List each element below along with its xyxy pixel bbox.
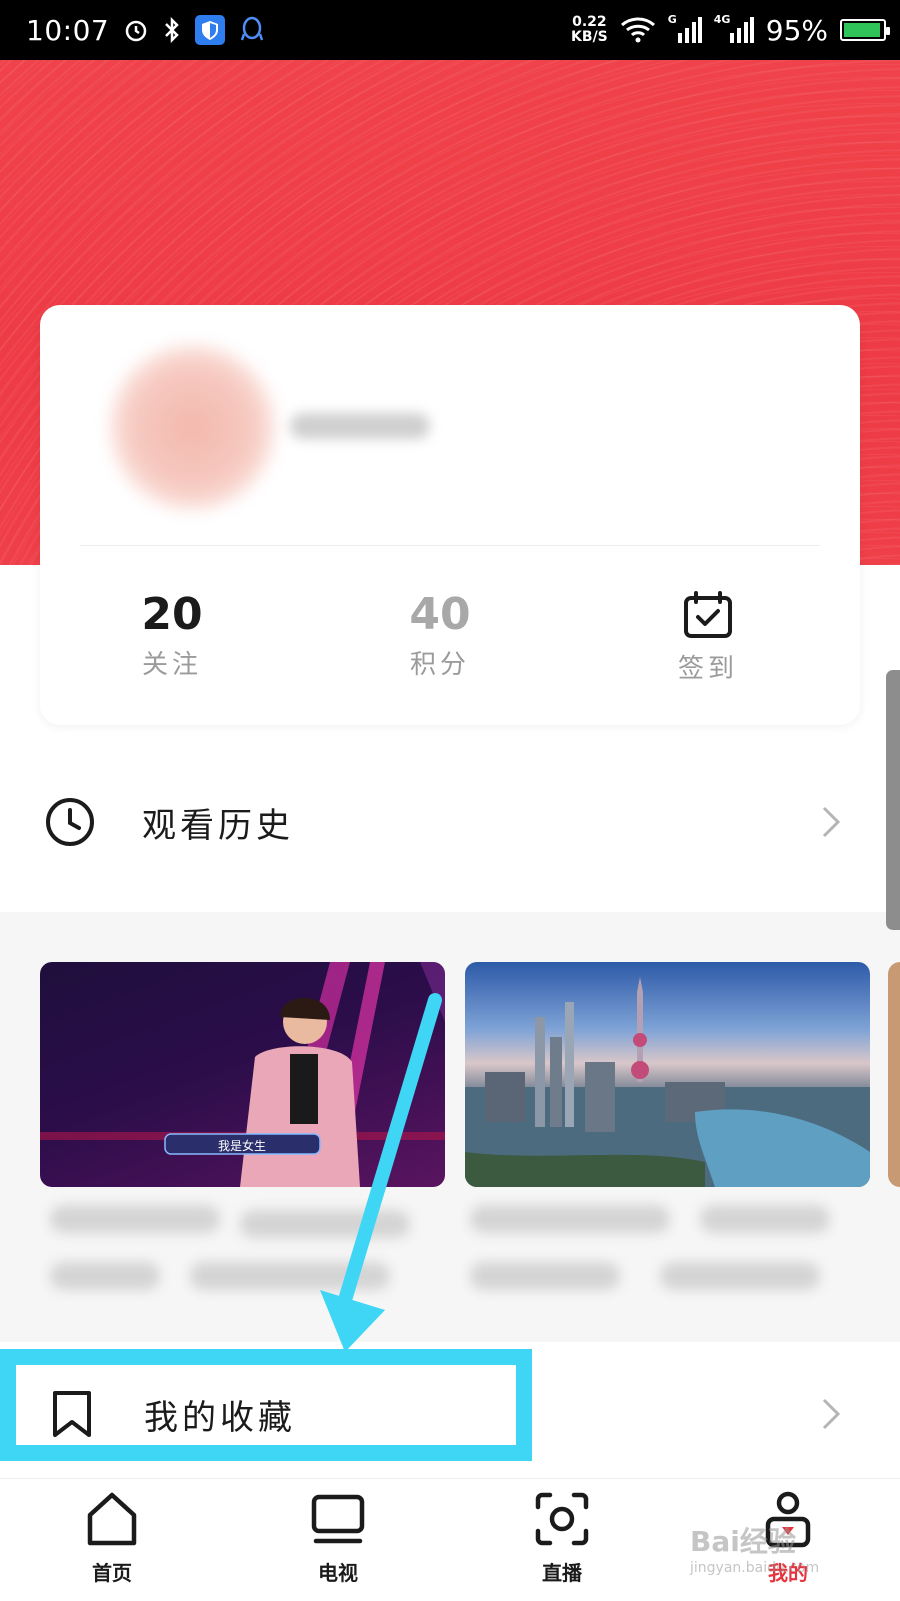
checkin-label: 签到 bbox=[677, 654, 738, 684]
nav-live-label: 直播 bbox=[542, 1561, 582, 1585]
watermark-text: Bai经验 bbox=[690, 1525, 796, 1558]
nav-tv[interactable]: 电视 bbox=[268, 1479, 408, 1601]
history-thumbnail-partial[interactable] bbox=[888, 962, 900, 1187]
blurred-subtitle bbox=[190, 1262, 390, 1290]
blurred-title bbox=[240, 1210, 410, 1238]
blurred-subtitle bbox=[50, 1262, 160, 1290]
battery-percent: 95% bbox=[765, 13, 828, 47]
nav-live[interactable]: 直播 bbox=[492, 1479, 632, 1601]
clock-icon bbox=[46, 798, 94, 846]
blurred-title bbox=[700, 1205, 830, 1233]
card-divider bbox=[80, 545, 820, 546]
nav-tv-label: 电视 bbox=[318, 1561, 358, 1585]
signal-1: G bbox=[667, 13, 702, 45]
qq-icon bbox=[241, 16, 264, 41]
signal-2: 4G bbox=[713, 13, 754, 45]
network-speed: 0.22 KB/S bbox=[571, 15, 608, 45]
live-icon bbox=[535, 1492, 589, 1546]
stat-points[interactable]: 40 积分 bbox=[340, 590, 540, 681]
bluetooth-icon bbox=[165, 17, 179, 43]
blurred-title bbox=[50, 1205, 220, 1233]
history-thumbnail[interactable] bbox=[465, 962, 870, 1187]
profile-card: 20 关注 40 积分 签到 bbox=[40, 305, 860, 725]
stat-following[interactable]: 20 关注 bbox=[72, 590, 272, 681]
blurred-subtitle bbox=[660, 1262, 820, 1290]
chevron-right-icon bbox=[822, 806, 841, 838]
bookmark-icon bbox=[53, 1391, 91, 1437]
city-skyline-scene bbox=[465, 977, 870, 1187]
signal-1-label: G bbox=[667, 13, 677, 26]
history-thumbnail[interactable]: 我是女生 bbox=[40, 962, 445, 1187]
stat-checkin[interactable]: 签到 bbox=[608, 590, 808, 685]
calendar-check-icon bbox=[684, 591, 732, 638]
username-blurred[interactable] bbox=[290, 413, 430, 439]
battery-icon bbox=[840, 19, 890, 41]
battery-fill bbox=[844, 23, 880, 37]
watermark-sub: jingyan.baidu.com bbox=[690, 1560, 820, 1576]
favorites-row[interactable]: 我的收藏 bbox=[0, 1358, 900, 1470]
blurred-subtitle bbox=[470, 1262, 620, 1290]
blurred-title bbox=[470, 1205, 670, 1233]
following-count: 20 bbox=[141, 589, 203, 640]
favorites-label: 我的收藏 bbox=[144, 1397, 296, 1438]
points-count: 40 bbox=[409, 589, 471, 640]
points-label: 积分 bbox=[409, 650, 470, 680]
following-label: 关注 bbox=[141, 650, 202, 680]
wifi-icon bbox=[620, 17, 655, 43]
tv-icon bbox=[311, 1494, 365, 1544]
scrollbar[interactable] bbox=[886, 670, 900, 930]
network-speed-unit: KB/S bbox=[571, 29, 608, 45]
history-row[interactable]: 观看历史 bbox=[0, 767, 900, 877]
home-icon bbox=[87, 1492, 137, 1546]
nav-home-label: 首页 bbox=[92, 1561, 132, 1585]
chevron-right-icon bbox=[822, 1398, 841, 1430]
watermark: Bai经验 jingyan.baidu.com bbox=[690, 1520, 860, 1580]
network-speed-value: 0.22 bbox=[572, 14, 607, 30]
nav-home[interactable]: 首页 bbox=[42, 1479, 182, 1601]
alarm-icon bbox=[125, 20, 147, 42]
status-time: 10:07 bbox=[26, 13, 110, 47]
signal-2-label: 4G bbox=[713, 13, 731, 26]
history-label: 观看历史 bbox=[142, 805, 294, 846]
status-bar: 10:07 0.22 KB/S G 4G 95% bbox=[0, 0, 900, 60]
avatar[interactable] bbox=[110, 345, 275, 510]
shield-app-icon bbox=[195, 15, 226, 45]
thumbnail-caption: 我是女生 bbox=[218, 1139, 267, 1153]
